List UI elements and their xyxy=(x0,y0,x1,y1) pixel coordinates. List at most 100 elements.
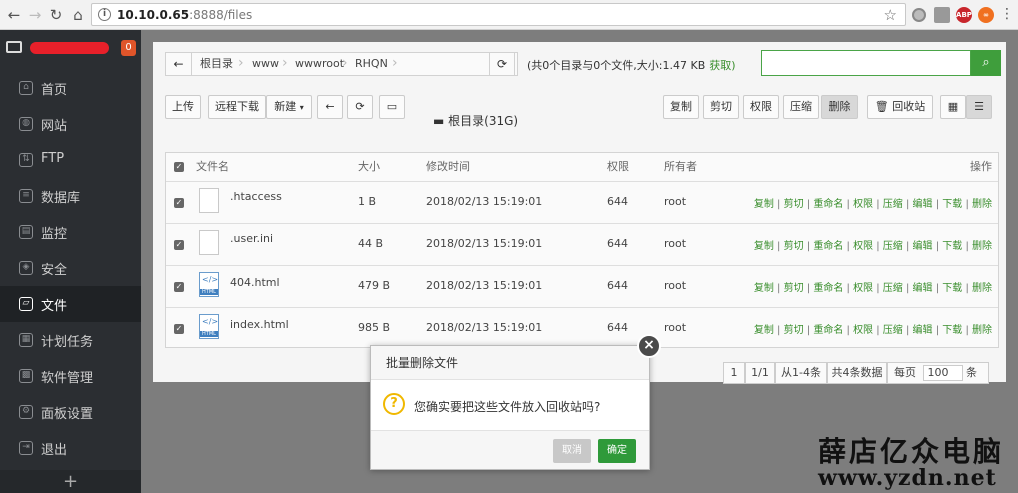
page-number[interactable]: 1 xyxy=(723,362,745,384)
row-action-link[interactable]: 复制 xyxy=(754,325,774,336)
back-dir-icon[interactable]: ← xyxy=(317,95,343,119)
cancel-button[interactable]: 取消 xyxy=(553,439,591,463)
row-action-link[interactable]: 删除 xyxy=(972,325,992,336)
row-action-link[interactable]: 权限 xyxy=(853,199,873,210)
row-checkbox[interactable]: ✓ xyxy=(174,282,184,292)
info-icon[interactable]: i xyxy=(98,8,111,21)
row-action-link[interactable]: 重命名 xyxy=(813,325,843,336)
extension-circle-icon[interactable] xyxy=(912,8,926,22)
row-action-link[interactable]: 编辑 xyxy=(913,325,933,336)
row-action-link[interactable]: 下载 xyxy=(942,283,962,294)
bookmark-star-icon[interactable]: ☆ xyxy=(884,6,897,24)
sidebar-item-3[interactable]: ≡ 数据库 xyxy=(0,178,141,214)
remote-download-button[interactable]: 远程下载 xyxy=(208,95,266,119)
file-name[interactable]: 404.html xyxy=(230,276,280,289)
row-action-link[interactable]: 下载 xyxy=(942,199,962,210)
table-row[interactable]: ✓ .htaccess 1 B 2018/02/13 15:19:01 644 root 复… xyxy=(166,181,998,223)
table-row[interactable]: ✓ .user.ini 44 B 2018/02/13 15:19:01 644 root… xyxy=(166,223,998,265)
refresh-icon[interactable]: ⟳ xyxy=(347,95,373,119)
back-icon[interactable]: ← xyxy=(4,5,24,25)
confirm-button[interactable]: 确定 xyxy=(598,439,636,463)
list-view-icon[interactable]: ☰ xyxy=(966,95,992,119)
row-action-link[interactable]: 权限 xyxy=(853,325,873,336)
row-action-link[interactable]: 重命名 xyxy=(813,283,843,294)
file-name[interactable]: .user.ini xyxy=(230,232,273,245)
sidebar-item-2[interactable]: ⇅ FTP xyxy=(0,142,141,178)
row-action-link[interactable]: 编辑 xyxy=(913,241,933,252)
file-name[interactable]: index.html xyxy=(230,318,289,331)
breadcrumb-back-icon[interactable]: ← xyxy=(166,53,192,75)
row-checkbox[interactable]: ✓ xyxy=(174,240,184,250)
table-row[interactable]: ✓ </> HTML index.html 985 B 2018/02/13 15:19:… xyxy=(166,307,998,349)
forward-icon[interactable]: → xyxy=(25,5,45,25)
row-action-link[interactable]: 重命名 xyxy=(813,199,843,210)
extension-page-icon[interactable] xyxy=(934,7,950,23)
row-action-link[interactable]: 删除 xyxy=(972,199,992,210)
new-dropdown-button[interactable]: 新建 ▾ xyxy=(266,95,312,119)
row-action-link[interactable]: 压缩 xyxy=(883,241,903,252)
upload-button[interactable]: 上传 xyxy=(165,95,201,119)
select-all-checkbox[interactable]: ✓ xyxy=(174,162,184,172)
row-action-link[interactable]: 编辑 xyxy=(913,283,933,294)
terminal-icon[interactable]: ▭ xyxy=(379,95,405,119)
recycle-bin-button[interactable]: 🗑 回收站 xyxy=(867,95,933,119)
row-action-link[interactable]: 编辑 xyxy=(913,199,933,210)
row-action-link[interactable]: 复制 xyxy=(754,283,774,294)
grid-view-icon[interactable]: ▦ xyxy=(940,95,966,119)
address-bar[interactable]: i 10.10.0.65:8888/files ☆ xyxy=(91,3,906,26)
row-action-link[interactable]: 剪切 xyxy=(784,199,804,210)
sidebar-item-8[interactable]: ▩ 软件管理 xyxy=(0,358,141,394)
copy-button[interactable]: 复制 xyxy=(663,95,699,119)
row-action-link[interactable]: 剪切 xyxy=(784,283,804,294)
per-page-select[interactable]: 100 xyxy=(922,365,963,381)
extension-face-icon[interactable]: ∞ xyxy=(978,7,994,23)
browser-menu-icon[interactable]: ⋮ xyxy=(1000,6,1014,22)
sidebar-item-10[interactable]: ⇥ 退出 xyxy=(0,430,141,466)
row-action-link[interactable]: 删除 xyxy=(972,241,992,252)
breadcrumb-item-root[interactable]: 根目录 xyxy=(200,53,233,75)
row-action-link[interactable]: 删除 xyxy=(972,283,992,294)
sidebar-item-9[interactable]: ⚙ 面板设置 xyxy=(0,394,141,430)
col-filename[interactable]: 文件名 xyxy=(196,153,229,181)
row-action-link[interactable]: 压缩 xyxy=(883,325,903,336)
row-action-link[interactable]: 压缩 xyxy=(883,283,903,294)
table-row[interactable]: ✓ </> HTML 404.html 479 B 2018/02/13 15:19:01… xyxy=(166,265,998,307)
sidebar-add-button[interactable]: + xyxy=(0,470,141,493)
row-action-link[interactable]: 剪切 xyxy=(784,325,804,336)
sidebar-item-1[interactable]: ◍ 网站 xyxy=(0,106,141,142)
get-size-link[interactable]: 获取) xyxy=(709,59,735,72)
file-name[interactable]: .htaccess xyxy=(230,190,282,203)
dialog-close-icon[interactable]: × xyxy=(637,334,661,358)
breadcrumb-item-www[interactable]: www xyxy=(252,53,279,75)
breadcrumb-item-rhqn[interactable]: RHQN xyxy=(355,53,388,75)
sidebar-item-7[interactable]: ▦ 计划任务 xyxy=(0,322,141,358)
row-checkbox[interactable]: ✓ xyxy=(174,198,184,208)
sidebar-item-4[interactable]: ▤ 监控 xyxy=(0,214,141,250)
path-refresh-icon[interactable]: ⟳ xyxy=(489,52,515,76)
compress-button[interactable]: 压缩 xyxy=(783,95,819,119)
row-action-link[interactable]: 剪切 xyxy=(784,241,804,252)
sidebar-item-0[interactable]: ⌂ 首页 xyxy=(0,70,141,106)
sidebar-item-6[interactable]: ▱ 文件 xyxy=(0,286,141,322)
adblock-icon[interactable]: ABP xyxy=(956,7,972,23)
reload-icon[interactable]: ↻ xyxy=(46,5,66,25)
row-action-link[interactable]: 复制 xyxy=(754,241,774,252)
row-action-link[interactable]: 权限 xyxy=(853,241,873,252)
row-checkbox[interactable]: ✓ xyxy=(174,324,184,334)
col-mtime[interactable]: 修改时间 xyxy=(426,153,470,181)
breadcrumb-item-wwwroot[interactable]: wwwroot xyxy=(295,53,344,75)
row-action-link[interactable]: 权限 xyxy=(853,283,873,294)
permission-button[interactable]: 权限 xyxy=(743,95,779,119)
col-size[interactable]: 大小 xyxy=(358,153,380,181)
delete-button[interactable]: 删除 xyxy=(821,95,858,119)
row-action-link[interactable]: 下载 xyxy=(942,325,962,336)
row-action-link[interactable]: 下载 xyxy=(942,241,962,252)
notification-badge[interactable]: 0 xyxy=(121,40,136,56)
row-action-link[interactable]: 重命名 xyxy=(813,241,843,252)
home-icon[interactable]: ⌂ xyxy=(68,5,88,25)
search-input[interactable] xyxy=(761,50,971,76)
search-icon[interactable]: ⌕ xyxy=(971,50,1001,76)
row-action-link[interactable]: 压缩 xyxy=(883,199,903,210)
sidebar-item-5[interactable]: ◈ 安全 xyxy=(0,250,141,286)
cut-button[interactable]: 剪切 xyxy=(703,95,739,119)
